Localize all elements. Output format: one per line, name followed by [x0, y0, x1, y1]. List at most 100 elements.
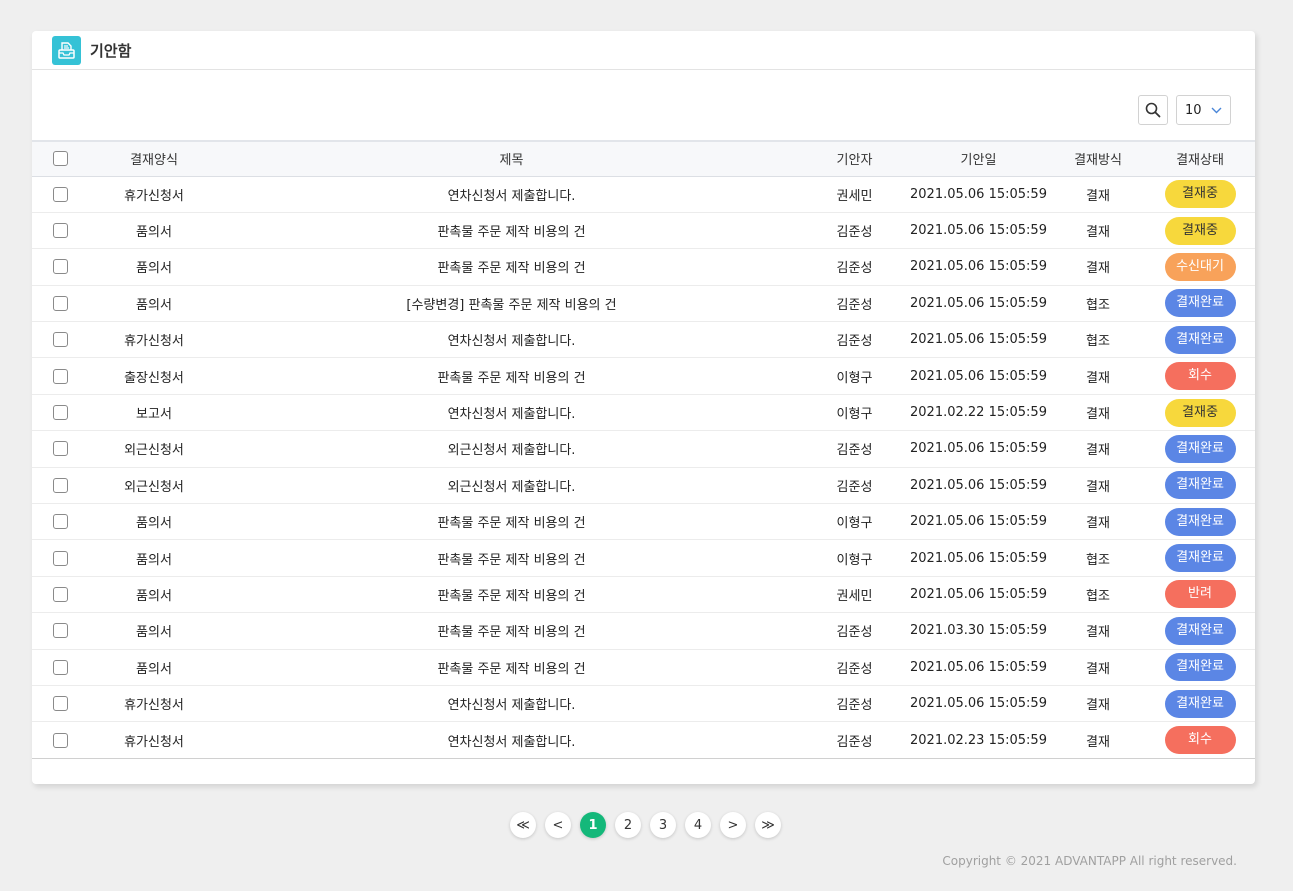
row-checkbox[interactable]	[52, 659, 68, 675]
column-header-drafter[interactable]: 기안자	[803, 141, 906, 176]
table-row[interactable]: 품의서 판촉물 주문 제작 비용의 건 김준성 2021.03.30 15:05:59…	[32, 613, 1255, 650]
first-page-button[interactable]: ≪	[510, 812, 536, 838]
title-cell[interactable]: 판촉물 주문 제작 비용의 건	[220, 249, 803, 285]
row-checkbox[interactable]	[52, 186, 68, 202]
table-row[interactable]: 품의서 판촉물 주문 제작 비용의 건 이형구 2021.05.06 15:05:59…	[32, 504, 1255, 540]
drafts-panel: 기안함 10 결재양식 제목 기안자 기안일 결재방식 결재상태 휴가신청서 연…	[32, 31, 1255, 784]
table-row[interactable]: 품의서 판촉물 주문 제작 비용의 건 김준성 2021.05.06 15:05:59…	[32, 212, 1255, 249]
method-cell: 결재	[1086, 734, 1110, 750]
row-checkbox[interactable]	[52, 332, 68, 348]
form-cell: 품의서	[136, 625, 172, 641]
date-cell: 2021.05.06 15:05:59	[910, 223, 1047, 239]
row-checkbox[interactable]	[52, 295, 68, 311]
date-cell: 2021.05.06 15:05:59	[910, 586, 1047, 602]
title-cell[interactable]: [수량변경] 판촉물 주문 제작 비용의 건	[220, 285, 803, 321]
table-row[interactable]: 품의서 판촉물 주문 제작 비용의 건 김준성 2021.05.06 15:05:59…	[32, 249, 1255, 286]
status-badge: 회수	[1164, 726, 1236, 755]
form-cell: 휴가신청서	[124, 698, 184, 714]
row-checkbox[interactable]	[52, 405, 68, 421]
row-checkbox[interactable]	[52, 368, 68, 384]
page-2-button[interactable]: 2	[615, 812, 641, 838]
status-badge: 결재완료	[1164, 689, 1236, 718]
row-checkbox[interactable]	[52, 586, 68, 602]
title-cell[interactable]: 연차신청서 제출합니다.	[220, 322, 803, 358]
table-row[interactable]: 품의서 판촉물 주문 제작 비용의 건 이형구 2021.05.06 15:05:59…	[32, 540, 1255, 577]
row-checkbox[interactable]	[52, 623, 68, 639]
table-row[interactable]: 휴가신청서 연차신청서 제출합니다. 권세민 2021.05.06 15:05:59 결…	[32, 176, 1255, 213]
select-all-checkbox[interactable]	[52, 151, 68, 167]
row-checkbox[interactable]	[52, 732, 68, 748]
table-row[interactable]: 휴가신청서 연차신청서 제출합니다. 김준성 2021.02.23 15:05:59 결…	[32, 722, 1255, 759]
method-cell: 결재	[1086, 698, 1110, 714]
table-row[interactable]: 보고서 연차신청서 제출합니다. 이형구 2021.02.22 15:05:59 결재 결…	[32, 394, 1255, 431]
row-checkbox[interactable]	[52, 223, 68, 239]
status-badge: 결재완료	[1164, 434, 1236, 463]
status-badge: 결재완료	[1164, 544, 1236, 573]
status-badge: 결재완료	[1164, 653, 1236, 682]
drafter-cell: 권세민	[836, 188, 873, 204]
next-page-button[interactable]: >	[720, 812, 746, 838]
title-cell[interactable]: 연차신청서 제출합니다.	[220, 722, 803, 758]
table-row[interactable]: 품의서 판촉물 주문 제작 비용의 건 권세민 2021.05.06 15:05:59…	[32, 576, 1255, 613]
title-cell[interactable]: 판촉물 주문 제작 비용의 건	[220, 576, 803, 612]
column-header-date[interactable]: 기안일	[906, 141, 1051, 176]
copyright-text: Copyright © 2021 ADVANTAPP All right res…	[942, 854, 1237, 868]
title-cell[interactable]: 외근신청서 제출합니다.	[220, 431, 803, 467]
row-checkbox[interactable]	[52, 259, 68, 275]
row-checkbox[interactable]	[52, 477, 68, 493]
method-cell: 결재	[1086, 625, 1110, 641]
table-row[interactable]: 외근신청서 외근신청서 제출합니다. 김준성 2021.05.06 15:05:59 결…	[32, 467, 1255, 504]
title-cell[interactable]: 연차신청서 제출합니다.	[220, 685, 803, 721]
table-row[interactable]: 출장신청서 판촉물 주문 제작 비용의 건 이형구 2021.05.06 15:05:…	[32, 358, 1255, 395]
drafter-cell: 권세민	[836, 588, 873, 604]
title-cell[interactable]: 판촉물 주문 제작 비용의 건	[220, 212, 803, 248]
inbox-tray-icon	[52, 35, 81, 65]
drafter-cell: 김준성	[836, 479, 873, 495]
title-cell[interactable]: 연차신청서 제출합니다.	[220, 176, 803, 212]
search-button[interactable]	[1138, 95, 1168, 125]
page-size-select[interactable]: 10	[1176, 95, 1231, 125]
column-header-title[interactable]: 제목	[220, 141, 803, 176]
form-cell: 품의서	[136, 552, 172, 568]
table-row[interactable]: 품의서 판촉물 주문 제작 비용의 건 김준성 2021.05.06 15:05:59…	[32, 649, 1255, 686]
drafter-cell: 이형구	[836, 552, 873, 568]
page-3-button[interactable]: 3	[650, 812, 676, 838]
title-cell[interactable]: 판촉물 주문 제작 비용의 건	[220, 358, 803, 394]
method-cell: 결재	[1086, 661, 1110, 677]
row-checkbox[interactable]	[52, 550, 68, 566]
title-cell[interactable]: 판촉물 주문 제작 비용의 건	[220, 504, 803, 540]
table-row[interactable]: 품의서 [수량변경] 판촉물 주문 제작 비용의 건 김준성 2021.05.06 1…	[32, 285, 1255, 322]
column-header-form[interactable]: 결재양식	[88, 141, 220, 176]
row-checkbox[interactable]	[52, 696, 68, 712]
row-checkbox[interactable]	[52, 441, 68, 457]
page-1-button[interactable]: 1	[580, 812, 606, 838]
table-row[interactable]: 휴가신청서 연차신청서 제출합니다. 김준성 2021.05.06 15:05:59 협…	[32, 322, 1255, 358]
prev-page-button[interactable]: <	[545, 812, 571, 838]
row-checkbox[interactable]	[52, 514, 68, 530]
form-cell: 품의서	[136, 225, 172, 241]
page-title: 기안함	[90, 41, 132, 60]
date-cell: 2021.05.06 15:05:59	[910, 441, 1047, 457]
title-cell[interactable]: 판촉물 주문 제작 비용의 건	[220, 540, 803, 576]
column-header-method[interactable]: 결재방식	[1051, 141, 1145, 176]
drafter-cell: 이형구	[836, 516, 873, 532]
form-cell: 품의서	[136, 661, 172, 677]
table-row[interactable]: 휴가신청서 연차신청서 제출합니다. 김준성 2021.05.06 15:05:59 결…	[32, 685, 1255, 722]
title-cell[interactable]: 외근신청서 제출합니다.	[220, 467, 803, 503]
date-cell: 2021.05.06 15:05:59	[910, 259, 1047, 275]
column-header-status[interactable]: 결재상태	[1145, 141, 1255, 176]
title-cell[interactable]: 판촉물 주문 제작 비용의 건	[220, 613, 803, 649]
title-cell[interactable]: 판촉물 주문 제작 비용의 건	[220, 649, 803, 685]
last-page-button[interactable]: ≫	[755, 812, 781, 838]
page-4-button[interactable]: 4	[685, 812, 711, 838]
title-cell[interactable]: 연차신청서 제출합니다.	[220, 394, 803, 430]
table-row[interactable]: 외근신청서 외근신청서 제출합니다. 김준성 2021.05.06 15:05:59 결…	[32, 431, 1255, 468]
status-badge: 결재완료	[1164, 325, 1236, 354]
status-badge: 결재완료	[1164, 507, 1236, 536]
method-cell: 결재	[1086, 225, 1110, 241]
status-badge: 결재중	[1164, 216, 1236, 245]
drafter-cell: 이형구	[836, 370, 873, 386]
form-cell: 보고서	[136, 407, 172, 423]
list-toolbar: 10	[1138, 95, 1231, 125]
chevron-down-icon	[1211, 107, 1222, 113]
